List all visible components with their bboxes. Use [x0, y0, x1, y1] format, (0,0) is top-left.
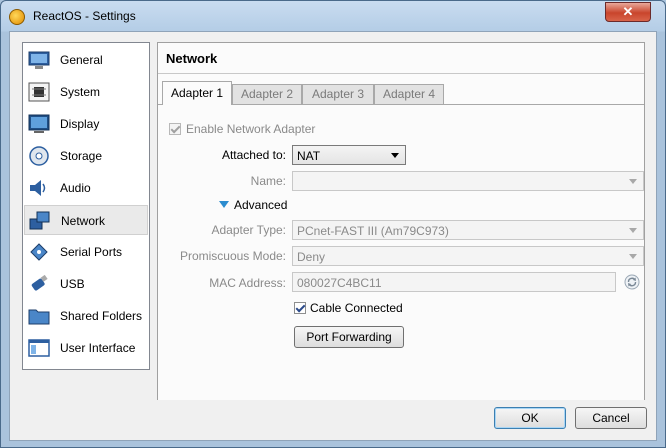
advanced-toggle[interactable]: Advanced: [234, 198, 287, 212]
attached-to-value: NAT: [297, 149, 321, 163]
name-select[interactable]: [292, 171, 644, 191]
sidebar-item-label: Storage: [60, 149, 103, 163]
sidebar-item-audio[interactable]: Audio: [24, 173, 148, 203]
tab-adapter-2[interactable]: Adapter 2: [232, 84, 302, 104]
mac-address-value: 080027C4BC11: [297, 276, 382, 290]
title-bar[interactable]: ReactOS - Settings ✕: [1, 1, 665, 31]
tab-adapter-3[interactable]: Adapter 3: [302, 84, 374, 104]
sidebar-item-label: System: [60, 85, 101, 99]
dialog-body: General System Display Storage Audio Net…: [9, 31, 657, 441]
mac-address-field[interactable]: 080027C4BC11: [292, 272, 616, 292]
name-label: Name:: [250, 174, 286, 188]
sidebar-item-shared-folders[interactable]: Shared Folders: [24, 301, 148, 331]
tab-adapter-4[interactable]: Adapter 4: [374, 84, 444, 104]
settings-sidebar: General System Display Storage Audio Net…: [22, 42, 150, 370]
refresh-mac-icon[interactable]: [624, 274, 640, 290]
cable-connected-label: Cable Connected: [310, 301, 403, 315]
user-interface-icon: [28, 339, 50, 357]
sidebar-item-general[interactable]: General: [24, 45, 148, 75]
port-forwarding-button[interactable]: Port Forwarding: [294, 326, 404, 348]
app-icon: [9, 9, 25, 25]
cancel-button[interactable]: Cancel: [575, 407, 647, 429]
promiscuous-mode-value: Deny: [297, 250, 326, 264]
promiscuous-mode-select[interactable]: Deny: [292, 246, 644, 266]
adapter-type-value: PCnet-FAST III (Am79C973): [297, 224, 449, 238]
network-icon: [29, 211, 50, 230]
sidebar-item-label: General: [60, 53, 103, 67]
sidebar-item-label: Network: [61, 214, 106, 228]
sidebar-item-label: Audio: [60, 181, 91, 195]
enable-adapter-label: Enable Network Adapter: [186, 122, 316, 136]
adapter-1-panel: Enable Network Adapter Attached to: NAT …: [158, 104, 644, 400]
close-button[interactable]: ✕: [605, 2, 651, 22]
shared-folders-icon: [28, 309, 50, 325]
title-divider: [158, 73, 644, 74]
general-icon: [28, 51, 50, 69]
promiscuous-mode-label: Promiscuous Mode:: [179, 249, 286, 263]
window-title: ReactOS - Settings: [33, 9, 136, 23]
chevron-down-icon: [629, 228, 637, 233]
serial-ports-icon: [30, 243, 48, 261]
network-panel: Network Adapter 1 Adapter 2 Adapter 3 Ad…: [157, 42, 645, 400]
sidebar-item-label: Serial Ports: [60, 245, 123, 259]
sidebar-item-label: Display: [60, 117, 100, 131]
sidebar-item-serial-ports[interactable]: Serial Ports: [24, 237, 148, 267]
sidebar-item-label: Shared Folders: [60, 309, 143, 323]
usb-icon: [31, 274, 48, 291]
sidebar-item-usb[interactable]: USB: [24, 269, 148, 299]
mac-address-label: MAC Address:: [209, 276, 286, 290]
cable-connected-checkbox[interactable]: [294, 302, 306, 314]
sidebar-item-user-interface[interactable]: User Interface: [24, 333, 148, 363]
chevron-down-icon: [629, 254, 637, 259]
sidebar-item-system[interactable]: System: [24, 77, 148, 107]
adapter-type-select[interactable]: PCnet-FAST III (Am79C973): [292, 220, 644, 240]
audio-icon: [30, 180, 46, 196]
sidebar-item-display[interactable]: Display: [24, 109, 148, 139]
expand-arrow-icon[interactable]: [219, 201, 229, 208]
page-title: Network: [166, 51, 218, 66]
display-icon: [28, 114, 50, 133]
sidebar-item-network[interactable]: Network: [24, 205, 148, 235]
adapter-type-label: Adapter Type:: [211, 223, 287, 237]
chevron-down-icon: [391, 153, 399, 158]
attached-to-select[interactable]: NAT: [292, 145, 406, 165]
sidebar-item-label: User Interface: [60, 341, 136, 355]
enable-adapter-checkbox[interactable]: [169, 123, 181, 135]
attached-to-label: Attached to:: [221, 148, 286, 162]
system-icon: [28, 82, 50, 102]
sidebar-item-storage[interactable]: Storage: [24, 141, 148, 171]
sidebar-item-label: USB: [60, 277, 85, 291]
settings-window: ReactOS - Settings ✕ General System Disp…: [0, 0, 666, 448]
chevron-down-icon: [629, 179, 637, 184]
ok-button[interactable]: OK: [494, 407, 566, 429]
storage-icon: [29, 146, 49, 166]
tab-adapter-1[interactable]: Adapter 1: [162, 81, 232, 105]
